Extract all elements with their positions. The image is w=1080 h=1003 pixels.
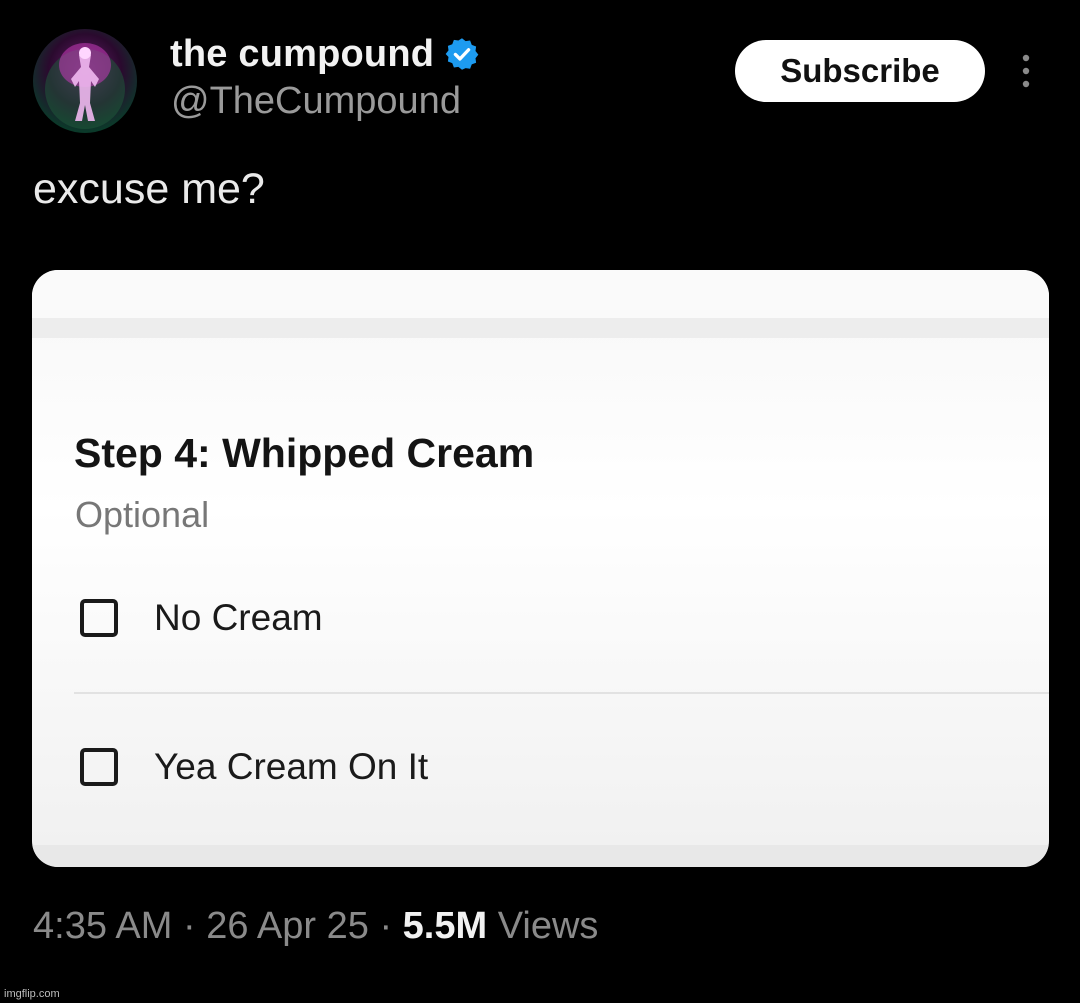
- tweet-meta: 4:35 AM · 26 Apr 25 · 5.5M Views: [33, 905, 598, 948]
- attached-screenshot-card[interactable]: Step 4: Whipped Cream Optional No Cream …: [32, 270, 1049, 867]
- option-label: Yea Cream On It: [154, 746, 429, 787]
- card-bottom-bar: [32, 845, 1049, 867]
- more-vertical-icon[interactable]: [1016, 52, 1036, 92]
- step-subtitle: Optional: [75, 494, 210, 535]
- checkbox-icon[interactable]: [80, 748, 118, 786]
- verified-badge-icon: [444, 36, 480, 72]
- display-name[interactable]: the cumpound: [170, 33, 434, 76]
- tweet-text: excuse me?: [33, 165, 265, 213]
- option-label: No Cream: [154, 597, 323, 638]
- checkbox-icon[interactable]: [80, 599, 118, 637]
- views-label: Views: [497, 905, 599, 947]
- watermark: imgflip.com: [4, 988, 60, 1000]
- option-no-cream[interactable]: No Cream: [80, 588, 323, 648]
- avatar[interactable]: [33, 29, 137, 133]
- tweet-date[interactable]: 26 Apr 25: [206, 905, 369, 947]
- meta-separator: ·: [182, 905, 196, 947]
- card-top-bar: [32, 270, 1049, 338]
- author-handle[interactable]: @TheCumpound: [171, 80, 461, 123]
- author-name-row: the cumpound: [170, 28, 480, 80]
- tweet-time[interactable]: 4:35 AM: [33, 905, 172, 947]
- views-count[interactable]: 5.5M: [403, 905, 487, 947]
- step-title: Step 4: Whipped Cream: [74, 430, 535, 476]
- option-yea-cream[interactable]: Yea Cream On It: [80, 737, 428, 797]
- subscribe-button[interactable]: Subscribe: [735, 40, 985, 102]
- option-divider: [74, 692, 1049, 694]
- meta-separator: ·: [379, 905, 393, 947]
